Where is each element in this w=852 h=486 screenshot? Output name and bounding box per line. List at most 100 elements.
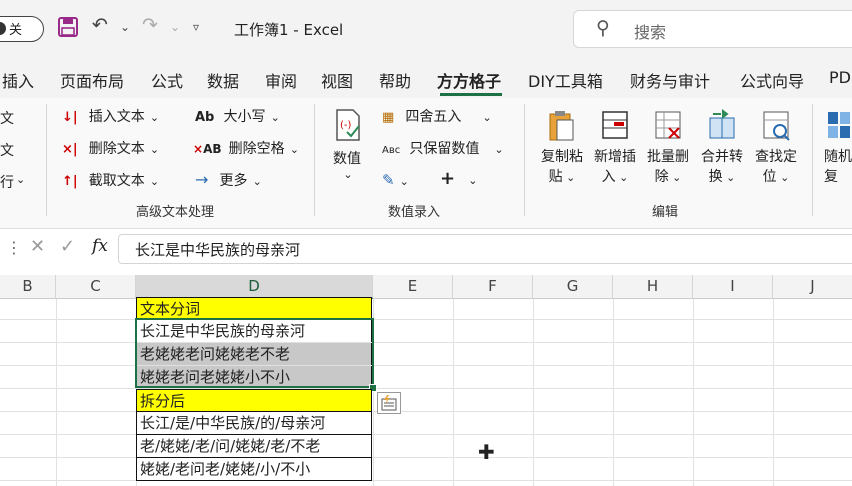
tab-help[interactable]: 帮助	[379, 68, 411, 92]
insert-text-label: 插入文本	[88, 109, 145, 125]
tab-data[interactable]: 数据	[207, 68, 239, 92]
ribbon-separator	[524, 104, 525, 216]
find-locate-label-2-wrap: 位 ⌄	[751, 166, 801, 186]
search-icon: ⚲	[596, 17, 610, 39]
tab-formulas[interactable]: 公式	[151, 68, 183, 92]
edit-cell-button[interactable]: ✎ ⌄	[382, 170, 409, 189]
extract-text-label: 截取文本	[88, 173, 145, 189]
ribbon-partial-item-3[interactable]: 行	[0, 172, 14, 192]
tab-page-layout[interactable]: 页面布局	[60, 68, 124, 92]
tab-diy-toolbox[interactable]: DIY工具箱	[528, 68, 603, 92]
random-repeat-label-2: 复	[824, 169, 838, 185]
cancel-icon[interactable]: ✕	[30, 236, 45, 257]
insert-text-button[interactable]: ↓| 插入文本 ⌄	[62, 106, 159, 126]
ribbon-partial-item-2[interactable]: 文	[0, 140, 14, 160]
more-options-icon[interactable]: ⋮	[6, 238, 22, 257]
merge-convert-label-1: 合并转	[701, 149, 743, 165]
chevron-down-icon: ⌄	[494, 143, 504, 156]
copy-paste-button[interactable]: 复制粘 贴 ⌄	[537, 108, 587, 186]
column-header-c[interactable]: C	[56, 275, 136, 299]
cell-d-header-1[interactable]: 文本分词	[136, 297, 372, 320]
customize-qat-icon[interactable]: ▿	[193, 20, 199, 34]
column-header-d[interactable]: D	[136, 275, 373, 299]
delete-space-button[interactable]: ×AB 删除空格 ⌄	[193, 138, 299, 158]
selection-range	[135, 318, 374, 388]
add-button[interactable]: + ⌄	[440, 168, 477, 189]
undo-dropdown-icon[interactable]: ⌄	[120, 20, 130, 34]
cell-d-header-2[interactable]: 拆分后	[136, 389, 372, 412]
column-header-e[interactable]: E	[373, 275, 453, 299]
chevron-down-icon: ⌄	[149, 143, 160, 156]
tab-insert[interactable]: 插入	[2, 68, 34, 92]
batch-delete-button[interactable]: 批量删 除 ⌄	[643, 108, 693, 186]
gridline	[0, 365, 852, 366]
column-header-i[interactable]: I	[693, 275, 773, 299]
autosave-toggle-label: 关	[9, 23, 23, 38]
cell-d-split-3[interactable]: 姥姥/老问老/姥姥/小/不小	[136, 457, 372, 481]
column-header-h[interactable]: H	[613, 275, 693, 299]
merge-convert-button[interactable]: 合并转 换 ⌄	[697, 108, 747, 186]
chevron-down-icon: ⌄	[149, 175, 160, 188]
chevron-down-icon: ⌄	[615, 171, 629, 184]
quick-options-button[interactable]	[377, 392, 401, 414]
new-insert-button[interactable]: 新增插 入 ⌄	[590, 108, 640, 186]
find-locate-button[interactable]: 查找定 位 ⌄	[751, 108, 801, 186]
chevron-down-icon: ⌄	[252, 175, 262, 188]
tab-view[interactable]: 视图	[321, 68, 353, 92]
new-insert-label-1: 新增插	[594, 149, 636, 165]
cell-d-split-2[interactable]: 老/姥姥/老/问/姥姥/老/不老	[136, 434, 372, 458]
round-button[interactable]: ▦ 四舍五入 ⌄	[382, 106, 492, 126]
cell-d-split-1[interactable]: 长江/是/中华民族/的/母亲河	[136, 411, 372, 435]
new-insert-label-2-wrap: 入 ⌄	[590, 166, 640, 186]
merge-convert-label-2-wrap: 换 ⌄	[697, 166, 747, 186]
edit-icon: ✎	[382, 171, 395, 189]
redo-icon[interactable]: ↷	[142, 14, 158, 36]
column-header-b[interactable]: B	[0, 275, 56, 299]
ribbon-partial-item-1[interactable]: 文	[0, 108, 14, 128]
insert-function-icon[interactable]: fx	[92, 236, 108, 256]
ribbon-separator	[314, 104, 315, 216]
column-header-f[interactable]: F	[453, 275, 533, 299]
confirm-icon[interactable]: ✓	[60, 236, 75, 257]
gridline	[0, 457, 852, 458]
chevron-down-icon: ⌄	[468, 174, 478, 187]
tab-finance-audit[interactable]: 财务与审计	[630, 68, 710, 92]
keep-value-button[interactable]: Aвс 只保留数值 ⌄	[382, 138, 504, 158]
chevron-down-icon: ⌄	[16, 173, 26, 186]
merge-convert-icon	[709, 109, 735, 139]
group-label-advanced-text: 高级文本处理	[136, 205, 215, 220]
value-label: 数值	[333, 151, 361, 167]
delete-space-icon: ×AB	[193, 142, 222, 156]
redo-dropdown-icon[interactable]: ⌄	[170, 20, 180, 34]
formula-input[interactable]: 长江是中华民族的母亲河	[118, 234, 852, 264]
column-header-g[interactable]: G	[533, 275, 613, 299]
chevron-down-icon: ⌄	[562, 171, 576, 184]
more-button[interactable]: → 更多 ⌄	[195, 170, 262, 190]
ribbon-separator	[46, 104, 47, 216]
tab-pd[interactable]: PD	[829, 68, 851, 87]
extract-text-button[interactable]: ↑| 截取文本 ⌄	[62, 170, 159, 190]
value-button[interactable]: (-) 数值 ⌄	[333, 108, 363, 181]
keep-value-label: 只保留数值	[409, 141, 480, 157]
search-box[interactable]: ⚲ 搜索	[573, 10, 852, 48]
tab-review[interactable]: 审阅	[265, 68, 297, 92]
save-icon[interactable]	[57, 16, 79, 42]
tab-formula-wizard[interactable]: 公式向导	[740, 68, 804, 92]
case-button[interactable]: Ab 大小写 ⌄	[195, 106, 280, 126]
batch-delete-icon	[655, 111, 681, 139]
tab-fangfanggezi[interactable]: 方方格子	[437, 68, 501, 92]
extract-text-icon: ↑|	[62, 174, 78, 189]
undo-icon[interactable]: ↶	[92, 14, 108, 36]
keep-value-icon: Aвс	[382, 145, 401, 156]
random-repeat-button[interactable]: 随机 复	[824, 108, 852, 186]
delete-text-button[interactable]: ×| 删除文本 ⌄	[62, 138, 159, 158]
arrow-right-icon: →	[195, 170, 209, 189]
autosave-toggle[interactable]: 关	[0, 16, 44, 42]
chevron-down-icon: ⌄	[343, 168, 353, 181]
more-label: 更多	[219, 173, 248, 189]
cursor-plus-icon: ✚	[478, 440, 495, 464]
copy-paste-label-2: 贴	[548, 169, 563, 185]
gridline	[0, 411, 852, 412]
chevron-down-icon: ⌄	[270, 111, 280, 124]
column-header-j[interactable]: J	[773, 275, 852, 299]
